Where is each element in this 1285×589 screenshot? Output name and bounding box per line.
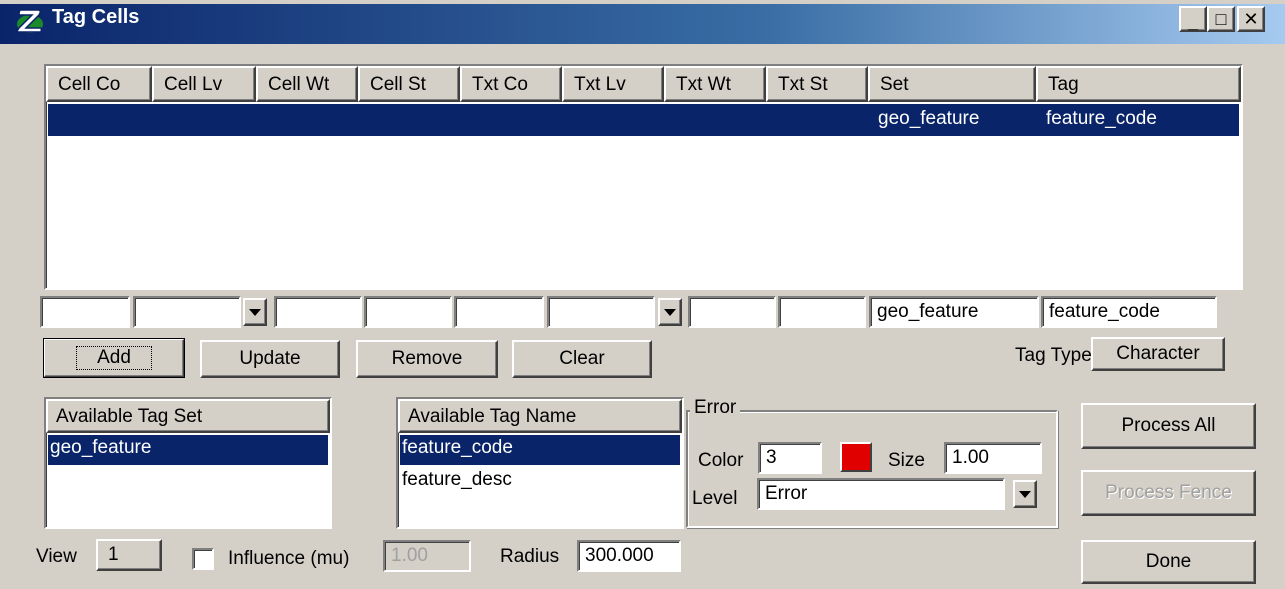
column-header-cell-wt[interactable]: Cell Wt — [256, 66, 358, 102]
column-header-txt-co[interactable]: Txt Co — [460, 66, 562, 102]
error-group-title: Error — [690, 397, 741, 419]
cell-st-field[interactable] — [364, 296, 452, 328]
remove-button[interactable]: Remove — [356, 340, 498, 378]
txt-co-field[interactable] — [454, 296, 544, 328]
app-logo-icon — [16, 9, 43, 33]
clear-button[interactable]: Clear — [512, 340, 652, 378]
table-header: Cell Co Cell Lv Cell Wt Cell St Txt Co T… — [46, 66, 1241, 102]
view-label: View — [36, 546, 77, 567]
column-header-set[interactable]: Set — [868, 66, 1036, 102]
close-button[interactable]: ✕ — [1237, 6, 1265, 32]
color-swatch — [842, 444, 870, 470]
txt-st-field[interactable] — [778, 296, 866, 328]
error-level-dropdown[interactable] — [1013, 480, 1037, 508]
dropdown-arrow-icon — [249, 308, 261, 316]
row-tag-cell: feature_code — [1046, 108, 1157, 129]
influence-field[interactable]: 1.00 — [383, 540, 471, 572]
add-button-label: Add — [76, 346, 152, 370]
cell-lv-field[interactable] — [133, 296, 241, 328]
txt-wt-field[interactable] — [688, 296, 776, 328]
column-header-txt-st[interactable]: Txt St — [766, 66, 868, 102]
cell-co-field[interactable] — [40, 296, 130, 328]
tag-field[interactable]: feature_code — [1041, 296, 1217, 328]
done-button[interactable]: Done — [1081, 540, 1256, 584]
cell-lv-dropdown[interactable] — [243, 298, 267, 326]
list-item[interactable]: feature_code — [400, 435, 680, 465]
cell-wt-field[interactable] — [274, 296, 362, 328]
column-header-tag[interactable]: Tag — [1036, 66, 1241, 102]
txt-lv-field[interactable] — [547, 296, 655, 328]
table-row[interactable]: geo_feature feature_code — [48, 104, 1239, 136]
error-level-label: Level — [692, 488, 738, 509]
color-swatch-button[interactable] — [840, 442, 872, 472]
title-bar[interactable] — [0, 0, 1285, 44]
column-header-cell-st[interactable]: Cell St — [358, 66, 460, 102]
list-item[interactable]: feature_desc — [400, 467, 680, 497]
dropdown-arrow-icon — [664, 308, 676, 316]
influence-label: Influence (mu) — [228, 548, 350, 569]
radius-label: Radius — [500, 546, 560, 567]
error-size-field[interactable]: 1.00 — [944, 442, 1042, 474]
error-color-field[interactable]: 3 — [758, 442, 822, 474]
view-button[interactable]: 1 — [96, 539, 162, 571]
tag-name-list-header: Available Tag Name — [398, 399, 682, 433]
dropdown-arrow-icon — [1019, 490, 1031, 498]
column-header-txt-wt[interactable]: Txt Wt — [664, 66, 766, 102]
maximize-button[interactable]: □ — [1207, 6, 1235, 32]
tag-cells-table[interactable]: Cell Co Cell Lv Cell Wt Cell St Txt Co T… — [44, 64, 1243, 290]
radius-field[interactable]: 300.000 — [577, 540, 681, 572]
row-set-cell: geo_feature — [878, 108, 980, 129]
tag-type-label: Tag Type — [1015, 345, 1092, 366]
error-size-label: Size — [888, 450, 925, 471]
column-header-cell-co[interactable]: Cell Co — [46, 66, 152, 102]
influence-checkbox[interactable] — [192, 548, 214, 570]
tag-name-list[interactable]: Available Tag Name feature_code feature_… — [396, 397, 684, 529]
error-level-select[interactable]: Error — [757, 478, 1005, 510]
tag-type-button[interactable]: Character — [1091, 337, 1225, 371]
maximize-icon: □ — [1215, 9, 1227, 29]
column-header-cell-lv[interactable]: Cell Lv — [152, 66, 256, 102]
set-field[interactable]: geo_feature — [869, 296, 1039, 328]
window-title: Tag Cells — [52, 6, 140, 28]
process-fence-button[interactable]: Process Fence — [1081, 470, 1256, 516]
close-icon: ✕ — [1243, 9, 1259, 29]
update-button[interactable]: Update — [200, 340, 340, 378]
txt-lv-dropdown[interactable] — [658, 298, 682, 326]
error-color-label: Color — [698, 450, 744, 471]
process-all-button[interactable]: Process All — [1081, 403, 1256, 449]
tag-set-list[interactable]: Available Tag Set geo_feature — [44, 397, 332, 529]
add-button[interactable]: Add — [43, 338, 185, 378]
tag-set-list-header: Available Tag Set — [46, 399, 330, 433]
list-item[interactable]: geo_feature — [48, 435, 328, 465]
minimize-button[interactable]: _ — [1179, 6, 1207, 32]
minimize-icon: _ — [1187, 12, 1198, 32]
column-header-txt-lv[interactable]: Txt Lv — [562, 66, 664, 102]
